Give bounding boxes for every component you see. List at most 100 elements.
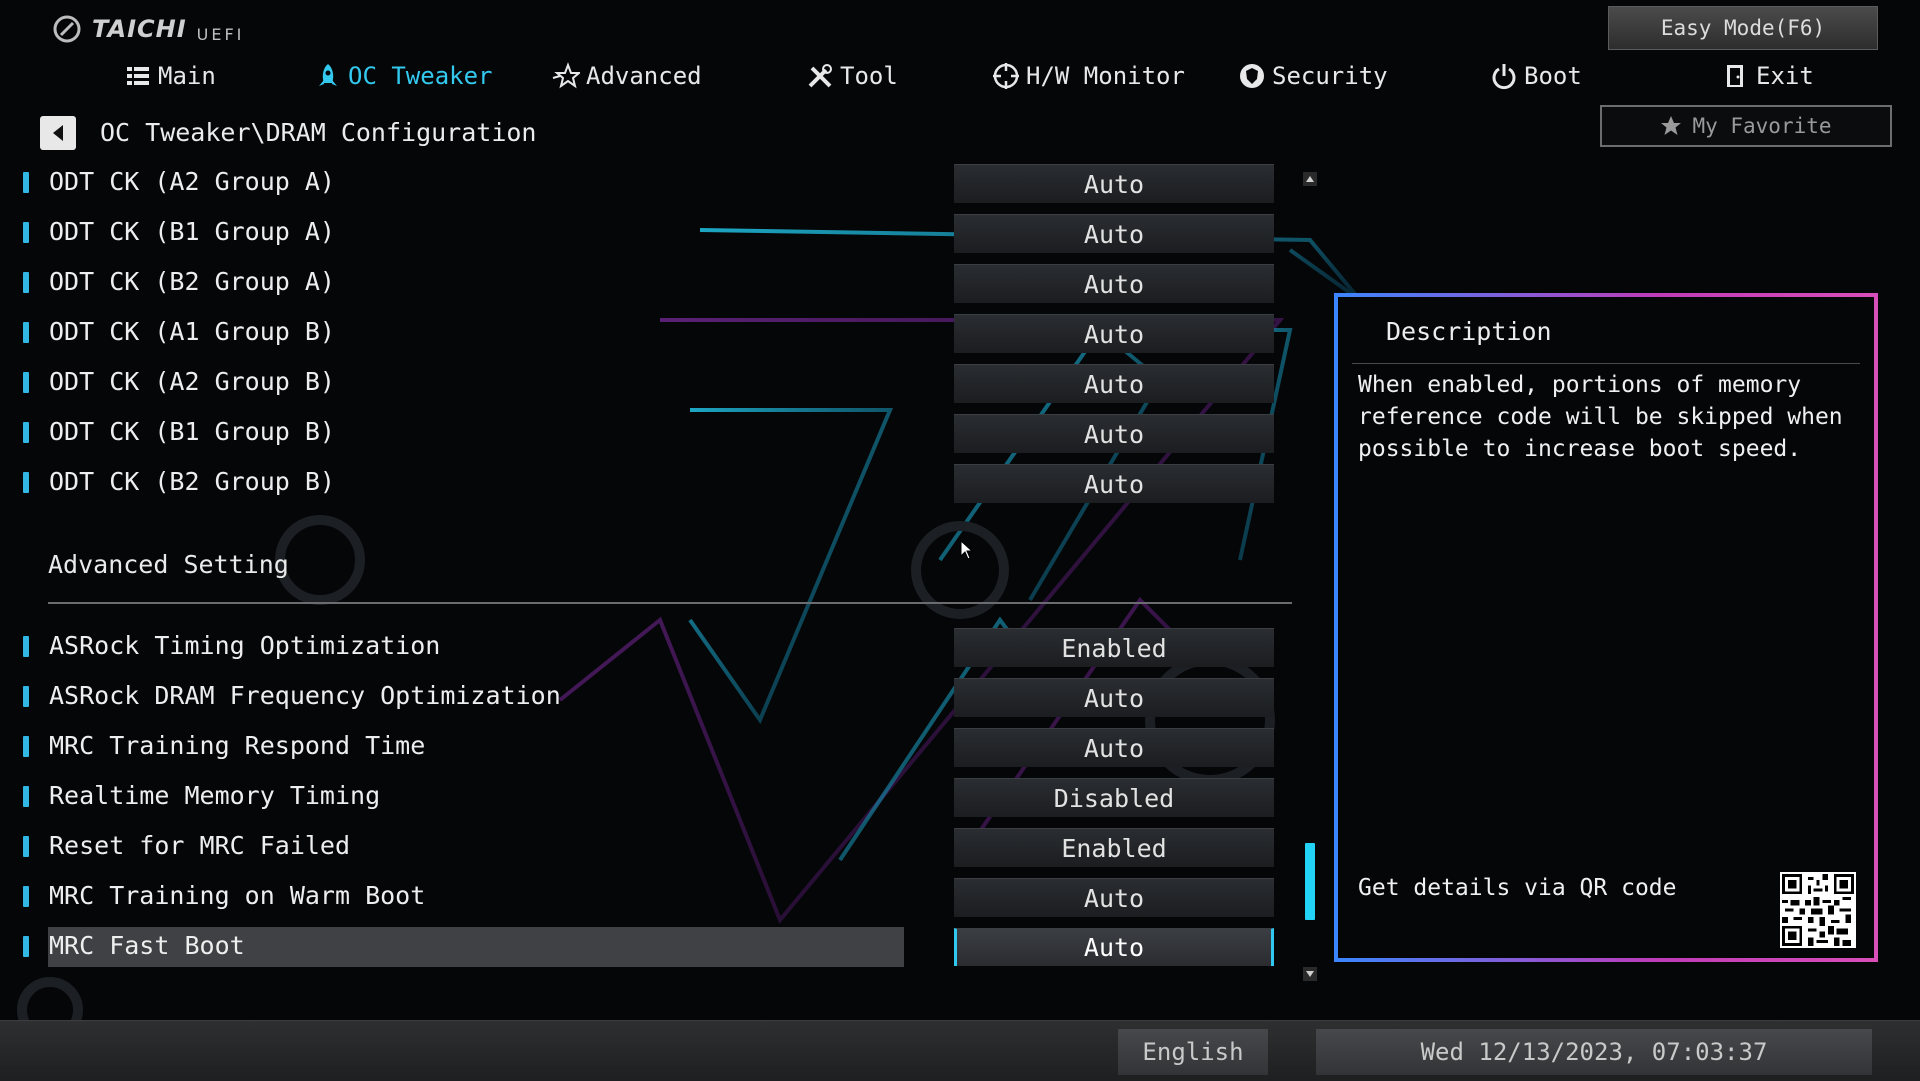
tab-advanced[interactable]: Advanced <box>552 56 702 96</box>
description-title: Description <box>1386 317 1552 346</box>
setting-label: ODT CK (B2 Group B) <box>49 467 335 496</box>
scrollbar-thumb[interactable] <box>1305 843 1315 921</box>
setting-label: ODT CK (A1 Group B) <box>49 317 335 346</box>
language-button[interactable]: English <box>1118 1029 1268 1075</box>
brand-name: TAICHI <box>92 15 187 43</box>
shield-icon <box>1240 64 1264 88</box>
row-marker <box>23 222 29 243</box>
row-marker <box>23 472 29 493</box>
tab-exit[interactable]: Exit <box>1722 56 1814 96</box>
tab-main[interactable]: Main <box>124 56 216 96</box>
setting-label: MRC Fast Boot <box>49 931 245 960</box>
qr-code-label: Get details via QR code <box>1358 875 1677 901</box>
row-marker <box>23 272 29 293</box>
row-marker <box>23 372 29 393</box>
scrollbar-track[interactable] <box>1305 190 1315 962</box>
setting-row-selected[interactable]: MRC Fast Boot Auto <box>18 927 1278 969</box>
setting-value[interactable]: Enabled <box>954 828 1274 867</box>
row-marker <box>23 836 29 857</box>
tab-label: OC Tweaker <box>348 62 493 90</box>
row-marker <box>23 736 29 757</box>
setting-label: ASRock DRAM Frequency Optimization <box>49 681 561 710</box>
setting-label: MRC Training on Warm Boot <box>49 881 426 910</box>
setting-value[interactable]: Auto <box>954 164 1274 203</box>
brand-logo: TAICHI UEFI <box>52 14 244 44</box>
description-divider <box>1352 363 1860 364</box>
brand-sub: UEFI <box>196 24 245 44</box>
setting-value[interactable]: Auto <box>954 264 1274 303</box>
tab-hw-monitor[interactable]: H/W Monitor <box>992 56 1185 96</box>
row-marker <box>23 686 29 707</box>
my-favorite-button[interactable]: My Favorite <box>1600 105 1892 147</box>
datetime-display[interactable]: Wed 12/13/2023, 07:03:37 <box>1316 1029 1872 1075</box>
setting-value[interactable]: Auto <box>954 314 1274 353</box>
setting-row[interactable]: MRC Training on Warm Boot Auto <box>18 877 1278 919</box>
setting-label: ODT CK (B1 Group B) <box>49 417 335 446</box>
setting-row[interactable]: ODT CK (B2 Group A) Auto <box>18 263 1278 305</box>
tools-icon <box>808 64 832 88</box>
rocket-icon <box>319 64 337 86</box>
arrow-left-icon <box>53 125 63 141</box>
crosshair-icon <box>993 63 1019 89</box>
setting-row[interactable]: Realtime Memory Timing Disabled <box>18 777 1278 819</box>
tab-oc-tweaker[interactable]: OC Tweaker <box>314 56 493 96</box>
setting-label: ODT CK (B2 Group A) <box>49 267 335 296</box>
setting-row[interactable]: ASRock DRAM Frequency Optimization Auto <box>18 677 1278 719</box>
back-button[interactable] <box>40 116 76 150</box>
setting-label: ASRock Timing Optimization <box>49 631 441 660</box>
setting-label: ODT CK (B1 Group A) <box>49 217 335 246</box>
setting-row[interactable]: ODT CK (B1 Group B) Auto <box>18 413 1278 455</box>
setting-value[interactable]: Auto <box>954 928 1274 966</box>
easy-mode-button[interactable]: Easy Mode(F6) <box>1608 6 1878 50</box>
triangle-up-icon <box>1306 176 1314 182</box>
breadcrumb: OC Tweaker\DRAM Configuration <box>100 118 537 147</box>
setting-row[interactable]: ODT CK (A2 Group B) Auto <box>18 363 1278 405</box>
setting-value[interactable]: Auto <box>954 414 1274 453</box>
setting-row[interactable]: ODT CK (A2 Group A) Auto <box>18 163 1278 205</box>
tab-label: Main <box>158 62 216 90</box>
scroll-down-button[interactable] <box>1303 967 1317 981</box>
tab-label: Advanced <box>586 62 702 90</box>
tab-security[interactable]: Security <box>1238 56 1388 96</box>
setting-row[interactable]: ODT CK (B2 Group B) Auto <box>18 463 1278 505</box>
setting-value[interactable]: Auto <box>954 728 1274 767</box>
setting-value[interactable]: Disabled <box>954 778 1274 817</box>
setting-value[interactable]: Auto <box>954 364 1274 403</box>
setting-row[interactable]: Reset for MRC Failed Enabled <box>18 827 1278 869</box>
description-text: When enabled, portions of memory referen… <box>1358 372 1843 462</box>
setting-row[interactable]: ASRock Timing Optimization Enabled <box>18 627 1278 669</box>
triangle-down-icon <box>1306 971 1314 977</box>
setting-row[interactable]: ODT CK (A1 Group B) Auto <box>18 313 1278 355</box>
setting-label: ODT CK (A2 Group B) <box>49 367 335 396</box>
tab-label: Boot <box>1524 62 1582 90</box>
power-icon <box>1492 64 1516 90</box>
tab-label: H/W Monitor <box>1026 62 1185 90</box>
setting-label: ODT CK (A2 Group A) <box>49 167 335 196</box>
setting-value[interactable]: Enabled <box>954 628 1274 667</box>
row-marker <box>23 886 29 907</box>
mouse-cursor-icon <box>960 540 974 560</box>
tab-label: Security <box>1272 62 1388 90</box>
row-marker <box>23 936 29 957</box>
setting-label: Reset for MRC Failed <box>49 831 351 860</box>
row-marker <box>23 322 29 343</box>
tab-boot[interactable]: Boot <box>1490 56 1582 96</box>
section-divider <box>48 602 1292 604</box>
setting-row[interactable]: MRC Training Respond Time Auto <box>18 727 1278 769</box>
setting-value[interactable]: Auto <box>954 464 1274 503</box>
description-panel: Description When enabled, portions of me… <box>1334 293 1878 962</box>
footer-bar: English Wed 12/13/2023, 07:03:37 <box>0 1020 1920 1081</box>
setting-value[interactable]: Auto <box>954 214 1274 253</box>
setting-row[interactable]: ODT CK (B1 Group A) Auto <box>18 213 1278 255</box>
tab-label: Tool <box>840 62 898 90</box>
row-marker <box>23 636 29 657</box>
row-marker <box>23 422 29 443</box>
exit-door-icon <box>1727 65 1743 87</box>
setting-value[interactable]: Auto <box>954 878 1274 917</box>
tab-tool[interactable]: Tool <box>806 56 898 96</box>
scroll-up-button[interactable] <box>1303 172 1317 186</box>
setting-value[interactable]: Auto <box>954 678 1274 717</box>
my-favorite-label: My Favorite <box>1692 114 1832 138</box>
main-nav: Main OC Tweaker Advanced Tool H/W Monito… <box>0 56 1900 96</box>
qr-code-icon[interactable] <box>1780 872 1856 948</box>
